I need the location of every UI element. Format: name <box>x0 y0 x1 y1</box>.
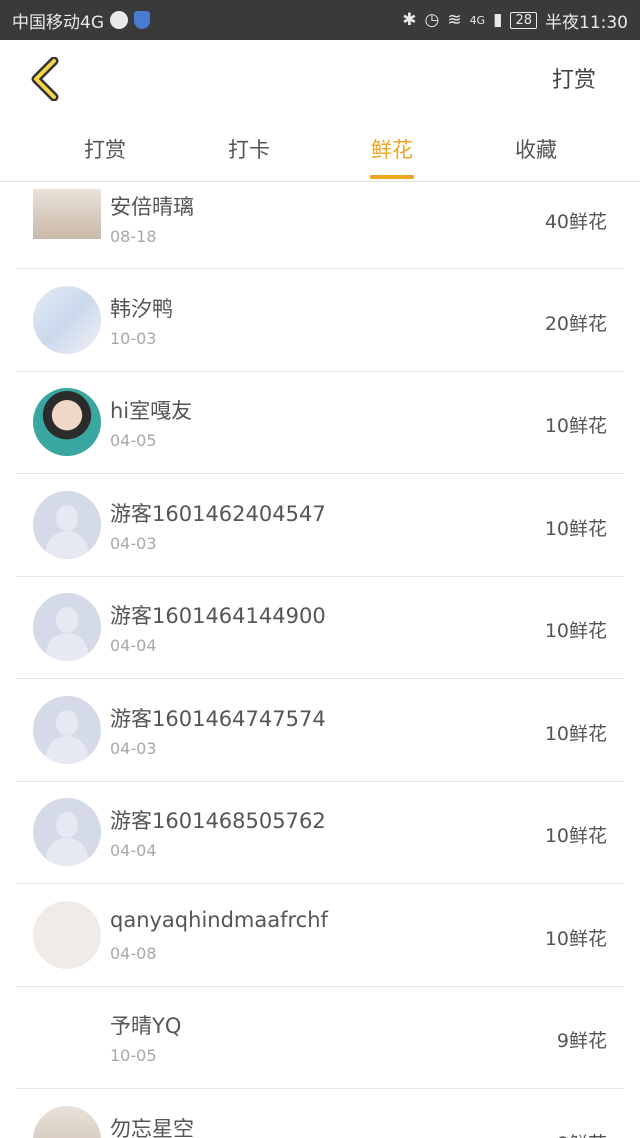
list-item[interactable]: 游客1601464144900 04-04 10鲜花 <box>16 576 624 679</box>
user-name: 游客1601464144900 <box>110 604 326 628</box>
date: 08-18 <box>110 227 157 246</box>
user-name: 游客1601468505762 <box>110 809 326 833</box>
flower-amount: 40鲜花 <box>544 211 607 233</box>
list-item[interactable]: 游客1601462404547 04-03 10鲜花 <box>16 474 624 577</box>
default-avatar-icon <box>33 491 101 559</box>
flower-amount: 10鲜花 <box>544 620 607 642</box>
list-item[interactable]: 游客1601464747574 04-03 10鲜花 <box>16 679 624 782</box>
tab-reward[interactable]: 打赏 <box>84 134 126 164</box>
wifi-icon: ≋ <box>447 10 462 30</box>
back-button[interactable] <box>20 54 70 104</box>
carrier-label: 中国移动4G <box>12 12 104 33</box>
user-name: 予晴YQ <box>110 1014 182 1038</box>
chevron-left-icon <box>31 57 59 101</box>
avatar <box>33 1003 101 1071</box>
list-item[interactable]: 韩汐鸭 10-03 20鲜花 <box>16 269 624 372</box>
user-name: 安倍晴璃 <box>110 195 194 219</box>
avatar <box>33 1106 101 1138</box>
default-avatar-icon <box>33 696 101 764</box>
reward-action-button[interactable]: 打赏 <box>552 62 596 94</box>
avatar <box>33 189 101 239</box>
avatar <box>33 901 101 969</box>
user-name: 勿忘星空 <box>110 1117 194 1138</box>
alarm-icon: ◷ <box>424 10 440 30</box>
network-label: 4G <box>469 13 486 27</box>
date: 04-03 <box>110 534 157 553</box>
list-item[interactable]: qanyaqhindmaafrchf 04-08 10鲜花 <box>16 884 624 987</box>
default-avatar-icon <box>33 593 101 661</box>
active-tab-indicator <box>370 175 414 179</box>
tab-bar: 打赏 打卡 鲜花 收藏 <box>0 116 640 182</box>
flower-amount: 10鲜花 <box>544 825 607 847</box>
default-avatar-icon <box>33 798 101 866</box>
list-item[interactable]: 安倍晴璃 08-18 40鲜花 <box>16 183 624 269</box>
date: 04-04 <box>110 636 157 655</box>
status-bar: 中国移动4G ✱ ◷ ≋ 4G ▮ 28 半夜11:30 <box>0 0 640 40</box>
flower-amount: 10鲜花 <box>544 518 607 540</box>
user-name: 韩汐鸭 <box>110 297 173 321</box>
date: 04-04 <box>110 841 157 860</box>
flower-amount: 10鲜花 <box>544 415 607 437</box>
list-item[interactable]: 予晴YQ 10-05 9鲜花 <box>16 986 624 1089</box>
avatar <box>33 388 101 456</box>
tab-flowers[interactable]: 鲜花 <box>371 134 413 164</box>
user-name: 游客1601462404547 <box>110 502 326 526</box>
battery-icon: 28 <box>510 11 537 29</box>
user-name: qanyaqhindmaafrchf <box>110 908 328 932</box>
date: 10-03 <box>110 329 157 348</box>
nav-bar: 打赏 <box>0 40 640 116</box>
globe-icon <box>110 11 128 29</box>
date: 04-03 <box>110 739 157 758</box>
list-item[interactable]: hi室嘎友 04-05 10鲜花 <box>16 371 624 474</box>
bluetooth-icon: ✱ <box>402 10 417 30</box>
signal-icon: ▮ <box>493 10 503 30</box>
avatar <box>33 286 101 354</box>
flower-amount: 10鲜花 <box>544 723 607 745</box>
clock: 半夜11:30 <box>545 12 628 33</box>
date: 04-05 <box>110 431 157 450</box>
flower-list: 安倍晴璃 08-18 40鲜花 韩汐鸭 10-03 20鲜花 hi室嘎友 04-… <box>0 183 640 1138</box>
user-name: 游客1601464747574 <box>110 707 326 731</box>
list-item[interactable]: 游客1601468505762 04-04 10鲜花 <box>16 781 624 884</box>
flower-amount: 20鲜花 <box>544 313 607 335</box>
flower-amount: 10鲜花 <box>544 928 607 950</box>
shield-icon <box>134 11 150 29</box>
user-name: hi室嘎友 <box>110 399 193 423</box>
tab-checkin[interactable]: 打卡 <box>228 134 270 164</box>
flower-amount: 9鲜花 <box>557 1129 607 1138</box>
list-item[interactable]: 勿忘星空 9鲜花 <box>16 1089 624 1138</box>
date: 10-05 <box>110 1046 157 1065</box>
flower-amount: 9鲜花 <box>556 1030 607 1052</box>
tab-favorites[interactable]: 收藏 <box>515 134 557 164</box>
date: 04-08 <box>110 944 157 963</box>
